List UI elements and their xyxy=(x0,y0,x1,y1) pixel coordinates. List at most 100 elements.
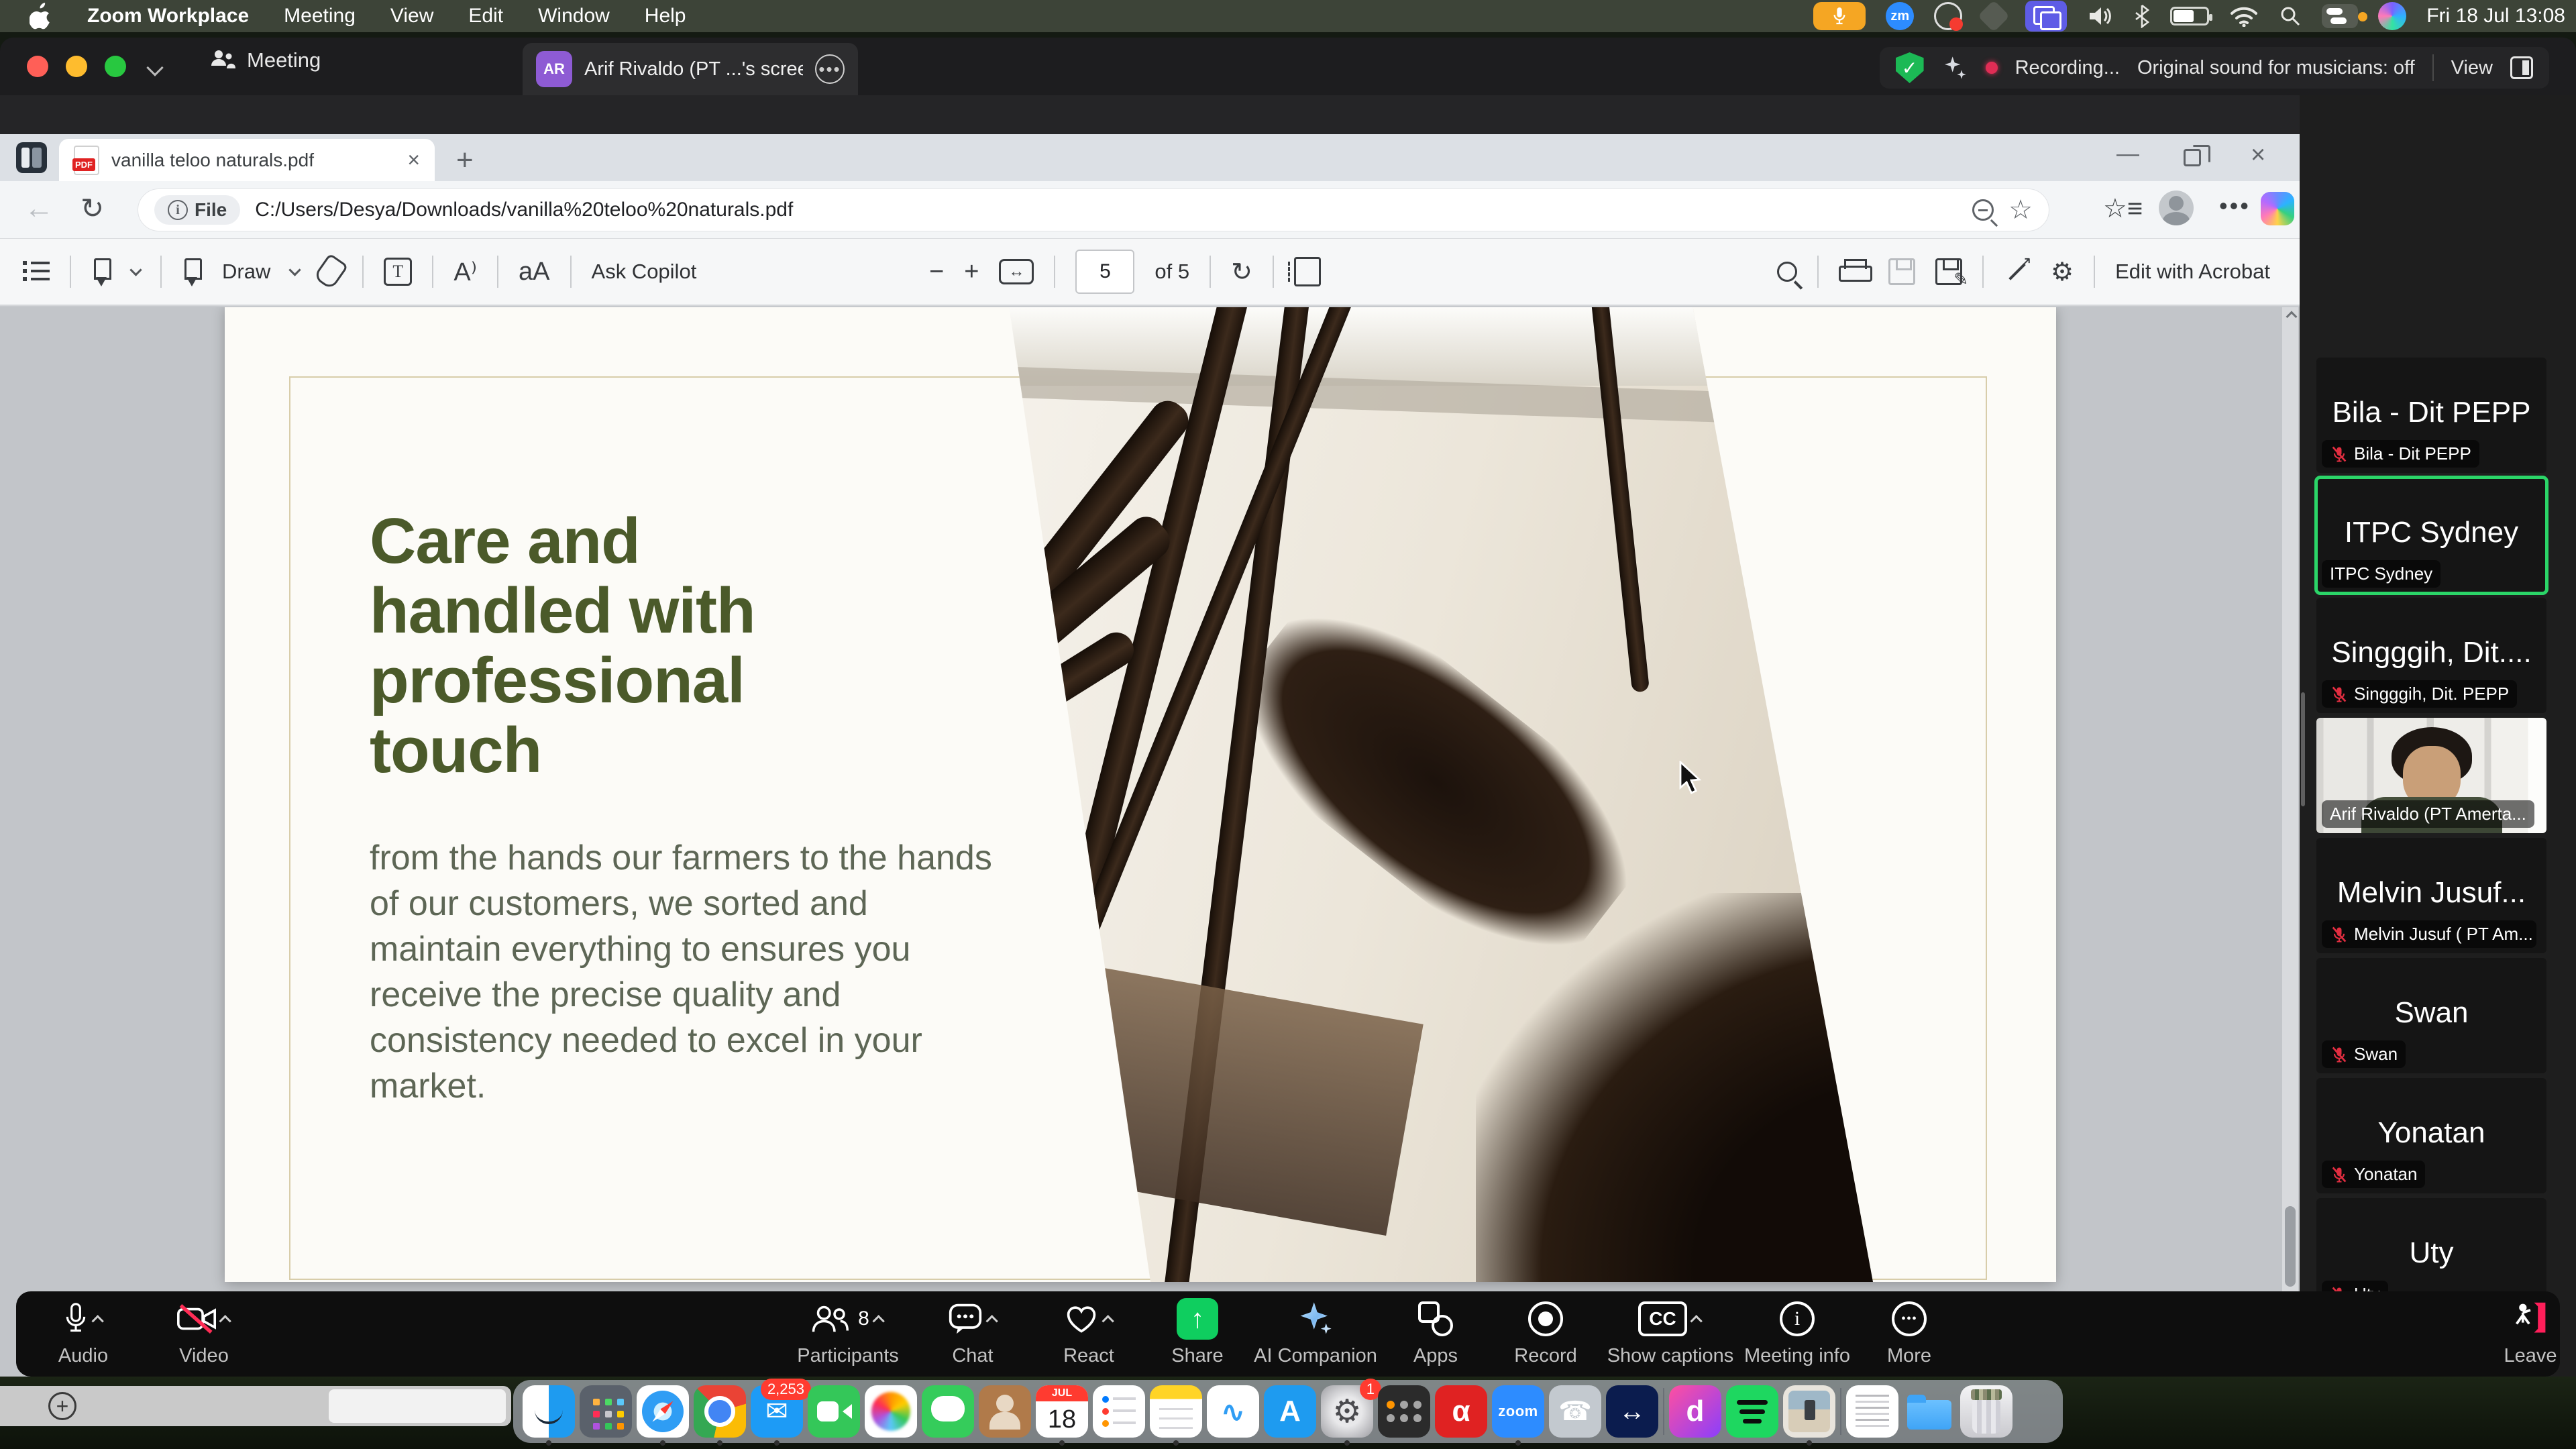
url-field[interactable]: i File C:/Users/Desya/Downloads/vanilla%… xyxy=(138,189,2049,231)
browser-menu-icon[interactable]: ••• xyxy=(2219,192,2251,220)
dock-d-sparkle-app-icon[interactable]: d xyxy=(1669,1385,1721,1438)
participant-tile[interactable]: Swan Swan xyxy=(2316,958,2546,1073)
copilot-icon[interactable] xyxy=(2261,192,2294,225)
volume-icon[interactable] xyxy=(2087,5,2114,28)
rotate-icon[interactable]: ↻ xyxy=(1231,257,1252,287)
dock-reminders-icon[interactable] xyxy=(1093,1385,1145,1438)
mic-in-use-indicator[interactable] xyxy=(1813,2,1866,30)
favorites-list-icon[interactable]: ☆≡ xyxy=(2103,193,2143,224)
fullscreen-window-button[interactable] xyxy=(105,56,126,77)
url-text[interactable]: C:/Users/Desya/Downloads/vanilla%20teloo… xyxy=(255,199,1957,221)
participant-tile-video[interactable]: Arif Rivaldo (PT Amerta... xyxy=(2316,718,2546,833)
screen-record-icon[interactable] xyxy=(1934,2,1962,30)
scroll-up-icon[interactable] xyxy=(2286,311,2298,323)
menu-item-help[interactable]: Help xyxy=(645,5,686,28)
participants-chevron-icon[interactable] xyxy=(872,1315,884,1327)
pdf-scrollbar[interactable] xyxy=(2282,307,2298,1377)
zoom-out-page-icon[interactable] xyxy=(1972,199,1994,221)
view-button[interactable]: View xyxy=(2451,57,2493,79)
page-view-icon[interactable] xyxy=(1294,257,1321,286)
draw-chevron-icon[interactable] xyxy=(289,264,301,276)
participant-tile[interactable]: Yonatan Yonatan xyxy=(2316,1078,2546,1193)
dock-finder-icon[interactable] xyxy=(523,1385,575,1438)
dock-launchpad-icon[interactable] xyxy=(580,1385,632,1438)
dock-trash-icon[interactable] xyxy=(1960,1385,2012,1438)
save-icon[interactable] xyxy=(1888,258,1915,285)
back-icon[interactable]: ← xyxy=(24,192,54,225)
ai-sparkle-icon[interactable] xyxy=(1941,54,1968,81)
participant-tile[interactable]: Melvin Jusuf... Melvin Jusuf ( PT Am... xyxy=(2316,838,2546,953)
wifi-icon[interactable] xyxy=(2229,5,2259,27)
draw-pen-icon[interactable] xyxy=(182,257,202,286)
dock-mail-icon[interactable]: ✉2,253 xyxy=(751,1385,803,1438)
dim-status-icon[interactable] xyxy=(1978,0,2010,32)
battery-icon[interactable] xyxy=(2170,7,2209,25)
apple-logo-icon[interactable] xyxy=(30,3,52,30)
menu-item-window[interactable]: Window xyxy=(538,5,610,28)
dock-minimized-window-thumbnail[interactable] xyxy=(1783,1385,1835,1438)
table-of-contents-icon[interactable] xyxy=(23,260,50,283)
menu-item-edit[interactable]: Edit xyxy=(468,5,503,28)
dock-facetime-icon[interactable] xyxy=(808,1385,860,1438)
captions-chevron-icon[interactable] xyxy=(1690,1315,1702,1327)
favorite-star-icon[interactable]: ☆ xyxy=(2008,195,2033,225)
bluetooth-icon[interactable] xyxy=(2134,4,2150,28)
participant-tile[interactable]: Singggih, Dit.... Singggih, Dit. PEPP xyxy=(2316,598,2546,713)
zoom-out-icon[interactable]: − xyxy=(929,258,944,286)
view-layout-icon[interactable] xyxy=(2510,56,2533,79)
scrollbar-thumb[interactable] xyxy=(2285,1206,2296,1287)
dock-whatsapp-icon[interactable]: ☎ xyxy=(1549,1385,1601,1438)
chevron-down-icon[interactable] xyxy=(146,59,163,76)
dock-calculator-icon[interactable] xyxy=(1378,1385,1430,1438)
dock-safari-icon[interactable] xyxy=(637,1385,689,1438)
dock-notes-icon[interactable] xyxy=(1150,1385,1202,1438)
tab-workspaces-icon[interactable] xyxy=(16,142,47,173)
dock-photos-icon[interactable] xyxy=(865,1385,917,1438)
dock-downloads-folder-icon[interactable] xyxy=(1903,1385,1955,1438)
original-sound-status[interactable]: Original sound for musicians: off xyxy=(2137,57,2415,79)
fit-to-width-icon[interactable]: ↔ xyxy=(999,259,1034,284)
menu-item-view[interactable]: View xyxy=(390,5,433,28)
window-minimize-button[interactable]: — xyxy=(2116,141,2139,167)
dock-teamviewer-icon[interactable]: ↔ xyxy=(1606,1385,1658,1438)
dock-appstore-icon[interactable]: A xyxy=(1264,1385,1316,1438)
draw-button[interactable]: Draw xyxy=(222,260,270,284)
close-window-button[interactable] xyxy=(27,56,48,77)
settings-gear-icon[interactable]: ⚙ xyxy=(2051,257,2074,287)
dock-freeform-icon[interactable]: ∿ xyxy=(1207,1385,1259,1438)
zoom-menu-icon[interactable]: zm xyxy=(1886,2,1914,30)
tab-meeting[interactable]: Meeting xyxy=(209,48,321,72)
browser-tab[interactable]: vanilla teloo naturals.pdf × xyxy=(59,139,435,181)
tab-shared-screen[interactable]: AR Arif Rivaldo (PT ...'s screen ••• xyxy=(523,43,858,95)
save-as-icon[interactable]: ✎ xyxy=(1935,258,1962,285)
control-center-icon[interactable] xyxy=(2322,4,2358,28)
menu-app-name[interactable]: Zoom Workplace xyxy=(87,5,249,28)
spotlight-search-icon[interactable] xyxy=(2279,5,2302,28)
translate-icon[interactable]: aA xyxy=(519,258,549,286)
eraser-icon[interactable] xyxy=(313,253,349,290)
menu-bar-clock[interactable]: Fri 18 Jul 13:08 xyxy=(2426,5,2565,28)
pdf-viewport[interactable]: Care and handled with professional touch… xyxy=(0,307,2300,1377)
sidebar-scrollbar[interactable] xyxy=(2301,692,2305,806)
refresh-icon[interactable]: ↻ xyxy=(80,192,104,225)
menu-item-meeting[interactable]: Meeting xyxy=(284,5,356,28)
participant-tile[interactable]: Bila - Dit PEPP Bila - Dit PEPP xyxy=(2316,358,2546,473)
dock-spotify-icon[interactable] xyxy=(1726,1385,1778,1438)
ask-copilot-button[interactable]: Ask Copilot xyxy=(592,260,697,284)
captions-button[interactable]: CC Show captions xyxy=(1597,1298,1744,1367)
window-restore-button[interactable] xyxy=(2184,149,2201,166)
recording-status[interactable]: Recording... xyxy=(2015,57,2120,79)
browser-profile-avatar[interactable] xyxy=(2159,191,2194,225)
dock-minimized-document-thumbnail[interactable] xyxy=(1846,1385,1898,1438)
dock-chrome-icon[interactable] xyxy=(694,1385,746,1438)
edit-with-acrobat-button[interactable]: Edit with Acrobat xyxy=(2115,260,2270,284)
screen-mirroring-icon[interactable] xyxy=(2025,1,2067,32)
more-button[interactable]: ••• More xyxy=(1835,1298,1983,1367)
zoom-in-icon[interactable]: + xyxy=(964,258,979,286)
react-chevron-icon[interactable] xyxy=(1102,1315,1114,1327)
siri-icon[interactable] xyxy=(2378,2,2406,30)
audio-options-chevron-icon[interactable] xyxy=(91,1315,103,1327)
dock-messages-icon[interactable] xyxy=(922,1385,974,1438)
tab-options-icon[interactable]: ••• xyxy=(815,54,845,84)
file-scheme-chip[interactable]: i File xyxy=(154,195,240,225)
